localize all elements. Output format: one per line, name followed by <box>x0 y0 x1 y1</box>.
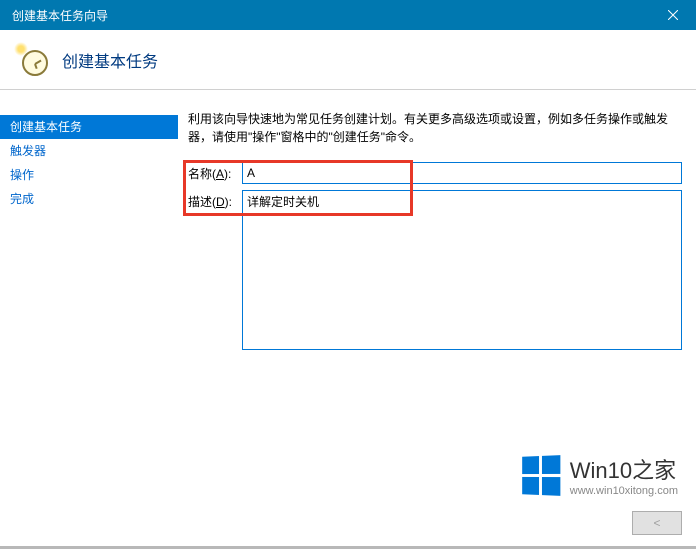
name-label: 名称(A): <box>188 162 242 182</box>
watermark: Win10之家 www.win10xitong.com <box>521 453 678 497</box>
wizard-steps-sidebar: 创建基本任务 触发器 操作 完成 <box>0 115 178 211</box>
description-row: 描述(D): <box>188 190 682 350</box>
watermark-title: Win10之家 <box>570 453 678 485</box>
name-input[interactable] <box>242 162 682 184</box>
page-title: 创建基本任务 <box>62 48 158 72</box>
intro-text: 利用该向导快速地为常见任务创建计划。有关更多高级选项或设置，例如多任务操作或触发… <box>188 110 682 146</box>
name-row: 名称(A): <box>188 162 682 184</box>
task-icon <box>16 44 48 76</box>
content-area: 创建基本任务 触发器 操作 完成 利用该向导快速地为常见任务创建计划。有关更多高… <box>0 90 696 549</box>
windows-logo-icon <box>522 455 560 496</box>
description-input[interactable] <box>242 190 682 350</box>
watermark-url: www.win10xitong.com <box>570 485 678 497</box>
sidebar-item-create-basic-task[interactable]: 创建基本任务 <box>0 115 178 139</box>
sidebar-item-action[interactable]: 操作 <box>0 163 178 187</box>
close-icon <box>668 10 678 20</box>
description-label: 描述(D): <box>188 190 242 210</box>
back-button[interactable]: < <box>632 511 682 535</box>
titlebar: 创建基本任务向导 <box>0 0 696 30</box>
window-title: 创建基本任务向导 <box>12 7 108 24</box>
wizard-header: 创建基本任务 <box>0 30 696 90</box>
wizard-footer: < <box>0 497 696 549</box>
sidebar-item-trigger[interactable]: 触发器 <box>0 139 178 163</box>
sidebar-item-finish[interactable]: 完成 <box>0 187 178 211</box>
main-panel: 利用该向导快速地为常见任务创建计划。有关更多高级选项或设置，例如多任务操作或触发… <box>188 110 682 489</box>
close-button[interactable] <box>650 0 696 30</box>
